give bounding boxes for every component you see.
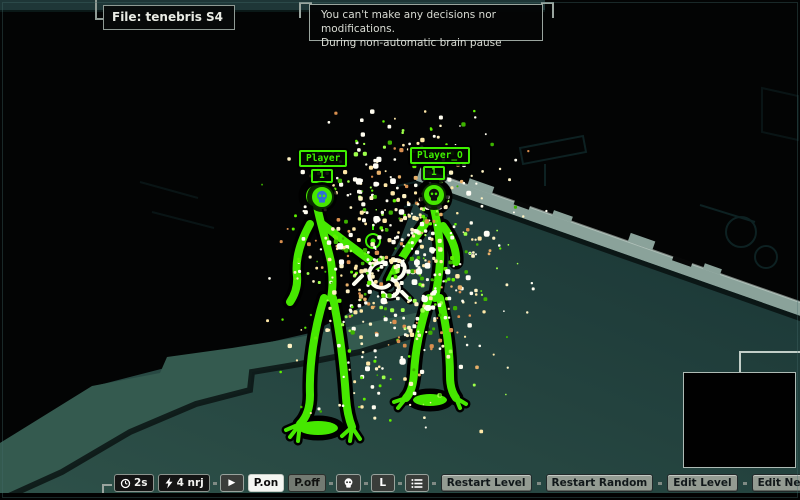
player1-unit-icon — [310, 185, 334, 209]
bottom-edge-bar — [0, 493, 800, 500]
player2-lives-badge: 1 — [423, 166, 445, 180]
l-button[interactable]: L — [371, 474, 395, 492]
notification-box: You can't make any decisions nor modific… — [309, 4, 543, 41]
file-label: File: tenebris S4 — [103, 5, 235, 30]
unit-button[interactable] — [336, 474, 361, 492]
notification-line2: During non-automatic brain pause — [321, 36, 542, 50]
minimap-connector — [739, 351, 800, 372]
separator-dash — [398, 482, 402, 485]
timer-label: 2s — [134, 477, 148, 489]
separator-dash — [364, 482, 368, 485]
player1-lives-badge: 1 — [311, 169, 333, 183]
play-icon: ▶ — [228, 479, 235, 488]
notification-line1: You can't make any decisions nor modific… — [321, 8, 542, 36]
toolbar: 2s 4 nrj ▶ P.on P.off L — [112, 473, 800, 493]
energy-button[interactable]: 4 nrj — [158, 474, 210, 492]
skull-icon — [342, 477, 355, 490]
separator-dash — [658, 482, 662, 485]
list-icon — [411, 478, 423, 489]
skull-icon — [314, 189, 330, 205]
player2-unit-icon — [422, 183, 446, 207]
play-button[interactable]: ▶ — [220, 474, 244, 492]
pause-on-button[interactable]: P.on — [248, 474, 284, 492]
skull-icon — [426, 187, 442, 203]
player2-name-label: Player_O — [410, 147, 470, 164]
edit-level-button[interactable]: Edit Level — [667, 474, 737, 492]
separator-dash — [329, 482, 333, 485]
list-button[interactable] — [405, 474, 429, 492]
separator-dash — [537, 482, 541, 485]
edit-new-seed-button[interactable]: Edit New Seed — [752, 474, 800, 492]
minimap-panel[interactable] — [683, 372, 796, 468]
lightning-icon — [164, 477, 174, 489]
timer-button[interactable]: 2s — [114, 474, 154, 492]
energy-label: 4 nrj — [177, 477, 204, 489]
restart-random-button[interactable]: Restart Random — [546, 474, 654, 492]
clock-icon — [120, 478, 131, 489]
separator-dash — [213, 482, 217, 485]
restart-level-button[interactable]: Restart Level — [441, 474, 532, 492]
pause-off-button[interactable]: P.off — [288, 474, 325, 492]
game-viewport: File: tenebris S4 You can't make any dec… — [0, 0, 800, 500]
game-world[interactable] — [0, 0, 800, 500]
player1-name-label: Player — [299, 150, 347, 167]
separator-dash — [743, 482, 747, 485]
separator-dash — [432, 482, 436, 485]
